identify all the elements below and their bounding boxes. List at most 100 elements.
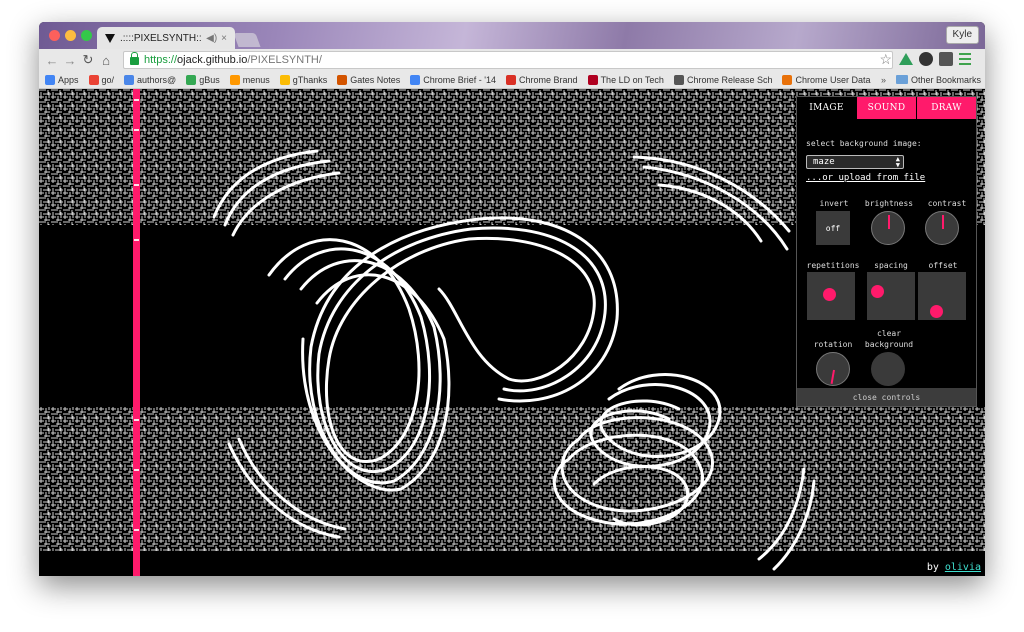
spacing-pad[interactable] (867, 272, 915, 320)
tab-title: .::::PIXELSYNTH::::. (120, 32, 203, 44)
extensions (899, 52, 971, 66)
tab-draw[interactable]: DRAW (916, 97, 976, 119)
bookmark-item[interactable]: Chrome Brand (506, 74, 578, 85)
synth-canvas[interactable]: IMAGE SOUND DRAW select background image… (39, 89, 985, 576)
controls-panel: IMAGE SOUND DRAW select background image… (796, 96, 977, 407)
offset-handle[interactable] (930, 305, 943, 318)
chrome-menu-icon[interactable] (959, 53, 971, 65)
bookmark-favicon-icon (782, 74, 793, 85)
triangle-favicon-icon (105, 33, 115, 43)
credit: by olivia (927, 562, 981, 573)
url-path: /PIXELSYNTH/ (247, 54, 322, 66)
repetitions-pad[interactable] (807, 272, 855, 320)
bookmark-label: menus (242, 74, 270, 85)
clear-background-button[interactable] (871, 352, 905, 386)
invert-toggle[interactable]: off (816, 211, 850, 245)
bookmark-item[interactable]: gThanks (279, 74, 328, 85)
forward-arrow-icon[interactable]: → (61, 53, 79, 68)
contrast-knob[interactable] (925, 211, 959, 245)
bookmark-label: Chrome User Data (795, 74, 871, 85)
clear-label-line1: clear (876, 329, 902, 338)
spacing-label: spacing (874, 261, 908, 270)
bookmarks-bar: Apps go/authors@ gBus menus gThanks Gates Not… (39, 71, 985, 89)
extension-icon[interactable] (919, 52, 933, 66)
back-arrow-icon[interactable]: ← (43, 53, 61, 68)
bookmark-list: Apps go/authors@ gBus menus gThanks Gates Not… (39, 74, 875, 85)
bookmark-label: Chrome Brand (519, 74, 578, 85)
select-arrows-icon: ▲ ▼ (895, 155, 900, 169)
contrast-label: contrast (927, 199, 967, 208)
playhead-marker (134, 129, 139, 131)
home-icon[interactable]: ⌂ (97, 53, 115, 68)
offset-pad[interactable] (918, 272, 966, 320)
folder-icon (895, 75, 908, 84)
playhead-bar[interactable] (133, 89, 140, 576)
playhead-marker (134, 184, 139, 186)
bookmark-favicon-icon (186, 74, 197, 85)
bookmark-item[interactable]: go/ (88, 74, 115, 85)
tab-image[interactable]: IMAGE (797, 97, 856, 119)
bookmark-label: authors@ (137, 74, 177, 85)
extension-icon-2[interactable] (939, 52, 953, 66)
close-tab-icon[interactable]: × (221, 33, 227, 44)
background-select-value: maze (813, 157, 835, 167)
bookmark-item[interactable]: authors@ (124, 74, 177, 85)
other-bookmarks[interactable]: Other Bookmarks (895, 75, 981, 85)
bookmark-star-icon[interactable]: ☆ (879, 51, 892, 68)
close-window-button[interactable] (49, 30, 60, 41)
upload-link[interactable]: ...or upload from file (806, 173, 925, 183)
bookmark-favicon-icon (88, 74, 99, 85)
bookmark-item[interactable]: Chrome Release Sch (673, 74, 772, 85)
bookmark-label: Apps (58, 74, 79, 85)
playhead-marker (134, 239, 139, 241)
profile-button[interactable]: Kyle (945, 26, 979, 44)
bookmark-label: gThanks (292, 74, 328, 85)
bookmark-label: go/ (101, 74, 115, 85)
maximize-window-button[interactable] (81, 30, 92, 41)
offset-label: offset (928, 261, 958, 270)
bookmark-favicon-icon (337, 74, 348, 85)
credit-link[interactable]: olivia (945, 562, 981, 573)
bookmark-favicon-icon (673, 74, 684, 85)
bookmark-item[interactable]: Gates Notes (337, 74, 401, 85)
select-background-label: select background image: (806, 139, 922, 148)
bookmark-favicon-icon (587, 74, 598, 85)
close-controls-button[interactable]: close controls (797, 388, 976, 406)
brightness-label: brightness (864, 199, 914, 208)
browser-toolbar: ← → ↻ ⌂ https:// ojack.github.io /PIXELS… (39, 49, 985, 71)
repetitions-handle[interactable] (823, 288, 836, 301)
minimize-window-button[interactable] (65, 30, 76, 41)
url-scheme: https:// (144, 54, 178, 66)
audio-icon[interactable]: ◀︎) (206, 33, 217, 44)
background-select[interactable]: maze ▲ ▼ (806, 155, 904, 169)
drive-extension-icon[interactable] (899, 53, 913, 65)
tab-sound[interactable]: SOUND (856, 97, 916, 119)
bookmarks-overflow[interactable]: » (881, 75, 886, 85)
rotation-knob[interactable] (816, 352, 850, 386)
spacing-handle[interactable] (871, 285, 884, 298)
reload-icon[interactable]: ↻ (79, 52, 97, 68)
brightness-knob[interactable] (871, 211, 905, 245)
bookmark-favicon-icon (410, 74, 421, 85)
address-bar[interactable]: https:// ojack.github.io /PIXELSYNTH/ ☆ (123, 51, 893, 69)
bookmark-item[interactable]: Apps (45, 74, 79, 85)
bookmark-label: The LD on Tech (600, 74, 664, 85)
bookmark-item[interactable]: The LD on Tech (587, 74, 664, 85)
bookmark-label: Gates Notes (350, 74, 401, 85)
browser-tab[interactable]: .::::PIXELSYNTH::::. ◀︎) × (97, 27, 235, 49)
browser-window: .::::PIXELSYNTH::::. ◀︎) × Kyle ← → ↻ ⌂ … (39, 22, 985, 576)
panel-tabs: IMAGE SOUND DRAW (797, 97, 976, 119)
playhead-marker (134, 99, 139, 101)
credit-prefix: by (926, 562, 945, 573)
bookmark-item[interactable]: menus (229, 74, 270, 85)
repetitions-label: repetitions (806, 261, 860, 270)
invert-label: invert (819, 199, 849, 208)
bookmark-item[interactable]: gBus (186, 74, 220, 85)
bookmark-item[interactable]: Chrome User Data (782, 74, 871, 85)
bookmark-favicon-icon (279, 74, 290, 85)
rotation-label: rotation (813, 340, 853, 349)
bookmark-label: Chrome Brief - '14 (423, 74, 497, 85)
bookmark-item[interactable]: Chrome Brief - '14 (410, 74, 497, 85)
new-tab-button[interactable] (233, 33, 261, 47)
playhead-marker (134, 419, 139, 421)
